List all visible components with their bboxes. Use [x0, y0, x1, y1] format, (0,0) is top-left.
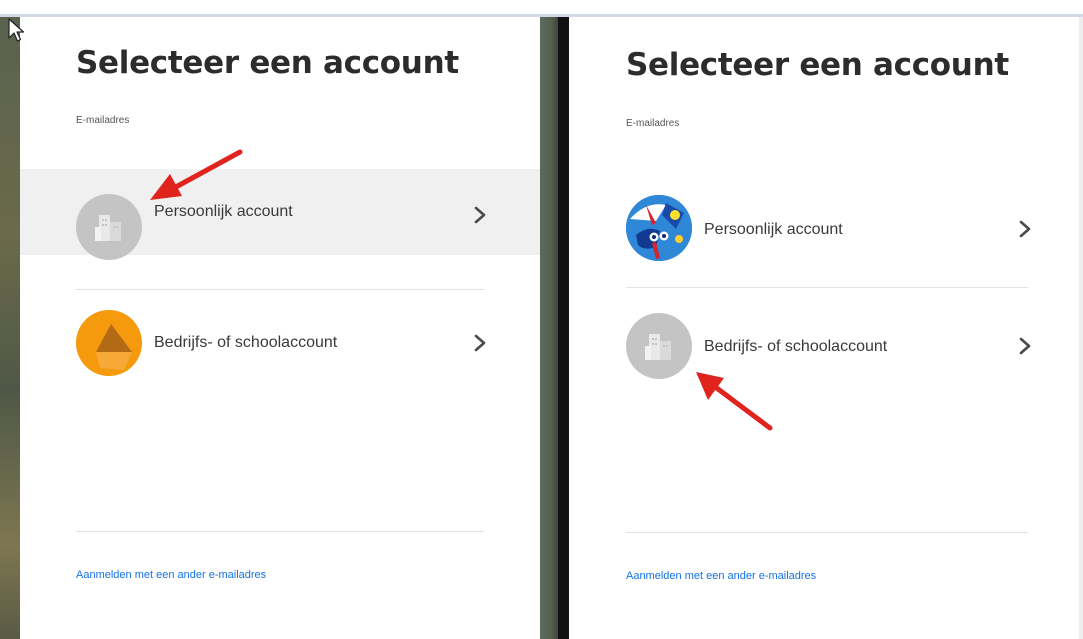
annotation-arrow	[696, 372, 773, 431]
annotation-arrow	[150, 149, 243, 200]
window-top-bar	[0, 0, 1083, 17]
building-icon	[626, 313, 692, 379]
account-picker-right: Selecteer een account E-mailadres Persoo…	[569, 17, 1079, 639]
chevron-right-icon	[474, 206, 486, 224]
page-title: Selecteer een account	[626, 47, 1009, 83]
other-email-link[interactable]: Aanmelden met een ander e-mailadres	[76, 569, 266, 581]
account-row-personal[interactable]: Persoonlijk account	[20, 169, 540, 260]
account-row-business[interactable]: Bedrijfs- of schoolaccount	[569, 301, 1079, 387]
colorful-artwork-avatar	[626, 195, 692, 261]
background-strip-left	[0, 17, 20, 639]
row-divider	[626, 287, 1028, 288]
email-label: E-mailadres	[76, 115, 130, 126]
account-label: Persoonlijk account	[704, 221, 843, 238]
chevron-right-icon	[1019, 220, 1031, 238]
account-label: Bedrijfs- of schoolaccount	[154, 334, 338, 351]
account-label: Bedrijfs- of schoolaccount	[704, 338, 888, 355]
orange-shape-avatar	[76, 310, 142, 376]
account-row-business[interactable]: Bedrijfs- of schoolaccount	[20, 300, 540, 386]
row-divider	[76, 289, 484, 290]
chevron-right-icon	[474, 334, 486, 352]
background-strip-right	[1079, 17, 1083, 639]
background-strip-middle	[540, 17, 558, 639]
page-title: Selecteer een account	[76, 45, 459, 81]
building-icon	[76, 194, 142, 260]
account-picker-left: Selecteer een account E-mailadres Persoo…	[20, 17, 540, 639]
email-label: E-mailadres	[626, 118, 680, 129]
chevron-right-icon	[1019, 337, 1031, 355]
account-row-personal[interactable]: Persoonlijk account	[569, 183, 1079, 269]
footer-divider	[626, 532, 1028, 533]
footer-divider	[76, 531, 484, 532]
mouse-cursor-icon	[8, 18, 25, 42]
other-email-link[interactable]: Aanmelden met een ander e-mailadres	[626, 570, 816, 582]
separator-strip	[558, 17, 569, 639]
